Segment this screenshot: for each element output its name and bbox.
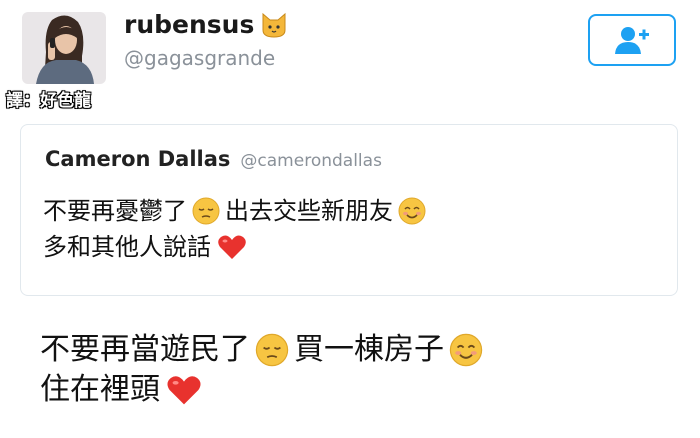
quoted-author-handle[interactable]: @camerondallas (240, 151, 382, 171)
translator-watermark: 譯：好色龍 (6, 91, 91, 111)
quoted-tweet-text: 不要再憂鬱了 出去交些新朋友 多和其他人說話 (43, 193, 427, 265)
pensive-face-icon (255, 333, 289, 367)
display-name-text: rubensus (124, 10, 255, 39)
smiling-face-icon (449, 333, 483, 367)
quoted-tweet-card[interactable]: Cameron Dallas @camerondallas 不要再憂鬱了 出去交… (20, 124, 678, 296)
quoted-text-segment: 多和其他人說話 (43, 233, 211, 261)
quoted-author-name[interactable]: Cameron Dallas (45, 147, 230, 171)
red-heart-icon (167, 376, 201, 405)
add-user-icon (615, 27, 649, 54)
tweet-text-segment: 住在裡頭 (40, 372, 160, 407)
tweet-text-segment: 買一棟房子 (294, 332, 444, 367)
tweet-text-segment: 不要再當遊民了 (40, 332, 250, 367)
tweet-text: 不要再當遊民了 買一棟房子 住在裡頭 (40, 330, 484, 410)
pensive-face-icon (192, 197, 220, 225)
avatar[interactable] (22, 12, 106, 84)
profile-photo-icon (22, 12, 106, 84)
cat-face-icon (260, 12, 288, 38)
quoted-text-segment: 出去交些新朋友 (225, 197, 393, 225)
user-handle[interactable]: @gagasgrande (124, 46, 275, 70)
follow-button[interactable] (588, 14, 676, 66)
red-heart-icon (218, 235, 246, 259)
display-name[interactable]: rubensus (124, 10, 288, 39)
quoted-text-segment: 不要再憂鬱了 (43, 197, 187, 225)
smiling-face-icon (398, 197, 426, 225)
quoted-tweet-header: Cameron Dallas @camerondallas (45, 147, 382, 171)
